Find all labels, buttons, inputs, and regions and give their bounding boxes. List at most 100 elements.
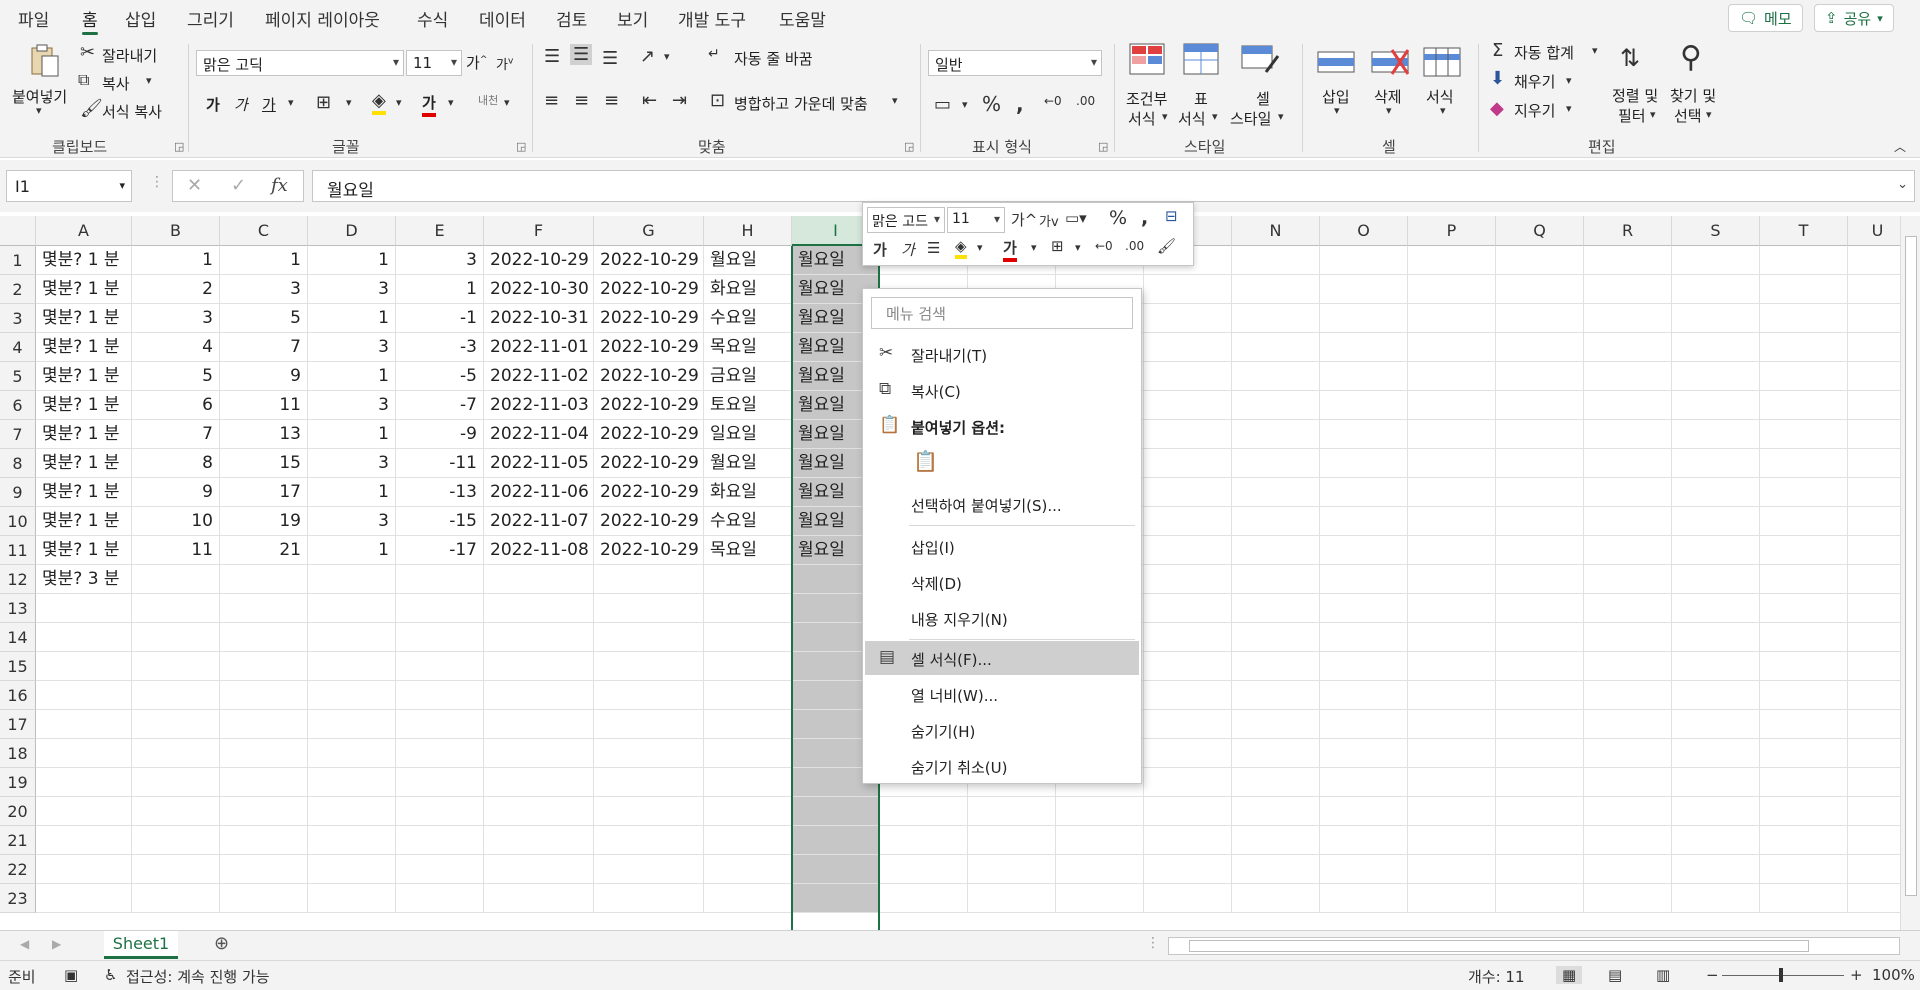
cell-m11[interactable] (1144, 536, 1232, 565)
cell-g12[interactable] (594, 565, 704, 594)
cell-r13[interactable] (1584, 594, 1672, 623)
menu-item-copy[interactable]: ⧉ 복사(C) (865, 373, 1139, 407)
row-header[interactable]: 22 (0, 855, 36, 884)
cell-t6[interactable] (1760, 391, 1848, 420)
cell-l22[interactable] (1056, 855, 1144, 884)
column-header-h[interactable]: H (704, 216, 792, 246)
formula-input[interactable]: 월요일 ⌄ (312, 170, 1915, 202)
cell-p21[interactable] (1408, 826, 1496, 855)
cell-l20[interactable] (1056, 797, 1144, 826)
column-header-q[interactable]: Q (1496, 216, 1584, 246)
cell-d22[interactable] (308, 855, 396, 884)
underline-icon[interactable]: 가 (262, 94, 276, 115)
cell-c1[interactable]: 1 (220, 246, 308, 275)
cell-n7[interactable] (1232, 420, 1320, 449)
cell-m4[interactable] (1144, 333, 1232, 362)
cell-b2[interactable]: 2 (132, 275, 220, 304)
cell-e20[interactable] (396, 797, 484, 826)
cell-r19[interactable] (1584, 768, 1672, 797)
cell-a6[interactable]: 몇분? 1 분 (36, 391, 132, 420)
cell-f20[interactable] (484, 797, 594, 826)
cell-p12[interactable] (1408, 565, 1496, 594)
cell-b10[interactable]: 10 (132, 507, 220, 536)
number-format-combo[interactable]: 일반 ▾ (928, 50, 1102, 76)
mini-size-combo[interactable]: 11 ▾ (947, 207, 1005, 233)
cell-i23[interactable] (792, 884, 880, 913)
increase-font-icon[interactable]: 가^ (466, 52, 487, 73)
accounting-format-icon[interactable]: ▭ (934, 94, 951, 115)
cell-b7[interactable]: 7 (132, 420, 220, 449)
chevron-down-icon[interactable]: ▾ (962, 98, 968, 111)
comma-style-icon[interactable]: , (1016, 92, 1024, 116)
cell-g5[interactable]: 2022-10-29 (594, 362, 704, 391)
italic-icon[interactable]: 가 (234, 94, 248, 115)
chevron-down-icon[interactable]: ▾ (977, 241, 983, 254)
cell-g22[interactable] (594, 855, 704, 884)
cell-h17[interactable] (704, 710, 792, 739)
cell-q4[interactable] (1496, 333, 1584, 362)
dialog-launcher-icon[interactable]: ◲ (1098, 140, 1108, 153)
bold-icon[interactable]: 가 (206, 94, 220, 115)
cell-m13[interactable] (1144, 594, 1232, 623)
cell-t12[interactable] (1760, 565, 1848, 594)
cell-d11[interactable]: 1 (308, 536, 396, 565)
cell-c2[interactable]: 3 (220, 275, 308, 304)
cell-t18[interactable] (1760, 739, 1848, 768)
cell-q18[interactable] (1496, 739, 1584, 768)
cell-o4[interactable] (1320, 333, 1408, 362)
cell-h19[interactable] (704, 768, 792, 797)
cell-d4[interactable]: 3 (308, 333, 396, 362)
cell-r4[interactable] (1584, 333, 1672, 362)
cell-e12[interactable] (396, 565, 484, 594)
cell-f19[interactable] (484, 768, 594, 797)
cell-h23[interactable] (704, 884, 792, 913)
cell-u12[interactable] (1848, 565, 1900, 594)
cell-o19[interactable] (1320, 768, 1408, 797)
increase-decimal-icon[interactable]: ←0 (1095, 239, 1113, 253)
cell-a12[interactable]: 몇분? 3 분 (36, 565, 132, 594)
column-header-e[interactable]: E (396, 216, 484, 246)
cell-n4[interactable] (1232, 333, 1320, 362)
cell-o18[interactable] (1320, 739, 1408, 768)
cell-e15[interactable] (396, 652, 484, 681)
cell-c19[interactable] (220, 768, 308, 797)
cell-t13[interactable] (1760, 594, 1848, 623)
cell-a9[interactable]: 몇분? 1 분 (36, 478, 132, 507)
cell-e11[interactable]: -17 (396, 536, 484, 565)
cell-q19[interactable] (1496, 768, 1584, 797)
cell-h4[interactable]: 목요일 (704, 333, 792, 362)
cell-n23[interactable] (1232, 884, 1320, 913)
column-header-p[interactable]: P (1408, 216, 1496, 246)
cell-s23[interactable] (1672, 884, 1760, 913)
cell-o8[interactable] (1320, 449, 1408, 478)
cell-b13[interactable] (132, 594, 220, 623)
cell-h7[interactable]: 일요일 (704, 420, 792, 449)
cell-d1[interactable]: 1 (308, 246, 396, 275)
cell-e7[interactable]: -9 (396, 420, 484, 449)
column-header-b[interactable]: B (132, 216, 220, 246)
row-header[interactable]: 20 (0, 797, 36, 826)
cell-s9[interactable] (1672, 478, 1760, 507)
cell-q13[interactable] (1496, 594, 1584, 623)
cell-t10[interactable] (1760, 507, 1848, 536)
cell-g19[interactable] (594, 768, 704, 797)
cell-q8[interactable] (1496, 449, 1584, 478)
cell-h3[interactable]: 수요일 (704, 304, 792, 333)
cell-d9[interactable]: 1 (308, 478, 396, 507)
autosum-button[interactable]: 자동 합계 (1514, 42, 1574, 63)
cell-n21[interactable] (1232, 826, 1320, 855)
cell-t20[interactable] (1760, 797, 1848, 826)
cell-r7[interactable] (1584, 420, 1672, 449)
cell-o3[interactable] (1320, 304, 1408, 333)
chevron-down-icon[interactable]: ▾ (1212, 110, 1218, 123)
cell-styles-button[interactable]: 셀 (1256, 88, 1270, 109)
cell-b5[interactable]: 5 (132, 362, 220, 391)
cell-q23[interactable] (1496, 884, 1584, 913)
cell-o13[interactable] (1320, 594, 1408, 623)
cell-r11[interactable] (1584, 536, 1672, 565)
zoom-slider[interactable] (1722, 975, 1844, 976)
cell-o11[interactable] (1320, 536, 1408, 565)
cell-g16[interactable] (594, 681, 704, 710)
cell-t3[interactable] (1760, 304, 1848, 333)
cell-p20[interactable] (1408, 797, 1496, 826)
